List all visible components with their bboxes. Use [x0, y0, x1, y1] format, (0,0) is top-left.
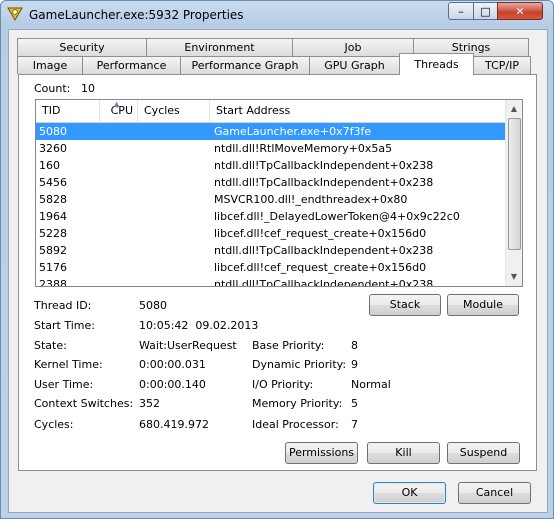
table-row[interactable]: 5080 GameLauncher.exe+0x7f3fe: [36, 123, 506, 140]
thread-list-header: TID ▲ CPU Cycles Delta Start Address: [36, 100, 506, 139]
row-start-address: MSVCR100.dll!_endthreadex+0x80: [214, 193, 408, 206]
row-start-address: libcef.dll!cef_request_create+0x156d0: [214, 227, 427, 240]
row-tid: 5892: [39, 244, 67, 257]
user-time-value: 0:00:00.140: [139, 378, 206, 391]
count-label: Count:: [34, 82, 71, 95]
dynamic-priority-value: 9: [351, 358, 358, 371]
io-priority-value: Normal: [351, 378, 391, 391]
properties-window: GameLauncher.exe:5932 Properties – □ ✕ S…: [0, 0, 554, 519]
thread-list[interactable]: TID ▲ CPU Cycles Delta Start Address 508…: [35, 99, 523, 287]
table-row[interactable]: 3260 ntdll.dll!RtlMoveMemory+0x5a5: [36, 140, 506, 157]
row-start-address: ntdll.dll!TpCallbackIndependent+0x238: [214, 176, 434, 189]
base-priority-label: Base Priority:: [252, 339, 325, 352]
table-row[interactable]: 5228 libcef.dll!cef_request_create+0x156d…: [36, 225, 506, 242]
cycles-value: 680.419.972: [139, 418, 209, 431]
close-icon: ✕: [515, 4, 525, 18]
table-row[interactable]: 5456 ntdll.dll!TpCallbackIndependent+0x23…: [36, 174, 506, 191]
tab-environment[interactable]: Environment: [146, 38, 293, 56]
table-row[interactable]: 5892 ntdll.dll!TpCallbackIndependent+0x23…: [36, 242, 506, 259]
column-tid[interactable]: TID: [36, 100, 100, 122]
column-cpu[interactable]: ▲ CPU: [100, 100, 138, 122]
stack-button[interactable]: Stack: [369, 294, 441, 316]
maximize-icon: □: [480, 4, 491, 18]
row-start-address: libcef.dll!cef_request_create+0x156d0: [214, 261, 427, 274]
memory-priority-value: 5: [351, 397, 358, 410]
start-time-value: 10:05:42 09.02.2013: [139, 319, 259, 332]
suspend-button[interactable]: Suspend: [447, 442, 520, 464]
column-start-address[interactable]: Start Address: [210, 100, 506, 122]
title-bar[interactable]: GameLauncher.exe:5932 Properties – □ ✕: [1, 1, 553, 29]
row-tid: 5228: [39, 227, 67, 240]
kill-button[interactable]: Kill: [367, 442, 440, 464]
row-start-address: libcef.dll!_DelayedLowerToken@4+0x9c22c0: [214, 210, 460, 223]
table-row[interactable]: 5176 libcef.dll!cef_request_create+0x156d…: [36, 259, 506, 276]
tab-tcpip[interactable]: TCP/IP: [473, 56, 531, 74]
tab-threads[interactable]: Threads: [399, 53, 474, 75]
row-tid: 2388: [39, 278, 67, 287]
start-time-label: Start Time:: [34, 319, 95, 332]
ideal-processor-label: Ideal Processor:: [252, 418, 339, 431]
table-row[interactable]: 5828 MSVCR100.dll!_endthreadex+0x80: [36, 191, 506, 208]
row-tid: 5456: [39, 176, 67, 189]
minimize-button[interactable]: –: [448, 2, 474, 20]
ok-button[interactable]: OK: [373, 482, 446, 504]
module-button[interactable]: Module: [447, 294, 519, 316]
row-start-address: ntdll.dll!TpCallbackIndependent+0x238: [214, 159, 434, 172]
tab-row-bottom: Image Performance Performance Graph GPU …: [17, 53, 541, 75]
tab-security[interactable]: Security: [17, 38, 147, 56]
threads-panel: Count: 10 TID ▲ CPU Cycles Delta Start A…: [18, 74, 537, 471]
count-value: 10: [81, 82, 95, 95]
thread-list-scrollbar[interactable]: ▲ ▼: [505, 100, 522, 286]
context-switches-label: Context Switches:: [34, 397, 134, 410]
thread-rows: 5080 GameLauncher.exe+0x7f3fe 3260 ntdll.d…: [36, 123, 506, 287]
cancel-button[interactable]: Cancel: [458, 482, 531, 504]
maximize-button[interactable]: □: [473, 2, 498, 20]
table-row[interactable]: 160 ntdll.dll!TpCallbackIndependent+0x238: [36, 157, 506, 174]
table-row[interactable]: 1964 libcef.dll!_DelayedLowerToken@4+0x9c…: [36, 208, 506, 225]
row-tid: 5080: [39, 125, 67, 138]
cycles-label: Cycles:: [34, 418, 74, 431]
user-time-label: User Time:: [34, 378, 94, 391]
row-start-address: ntdll.dll!TpCallbackIndependent+0x238: [214, 244, 434, 257]
row-tid: 160: [39, 159, 60, 172]
dynamic-priority-label: Dynamic Priority:: [252, 358, 347, 371]
row-tid: 5828: [39, 193, 67, 206]
process-explorer-icon: [7, 7, 23, 21]
ideal-processor-value: 7: [351, 418, 358, 431]
base-priority-value: 8: [351, 339, 358, 352]
column-cycles-delta[interactable]: Cycles Delta: [138, 100, 210, 139]
scroll-down-icon[interactable]: ▼: [508, 270, 520, 284]
scrollbar-thumb[interactable]: [508, 118, 521, 250]
table-row[interactable]: 2388 ntdll.dll!TpCallbackIndependent+0x23…: [36, 276, 506, 287]
row-start-address: ntdll.dll!TpCallbackIndependent+0x238: [214, 278, 434, 287]
row-start-address: ntdll.dll!RtlMoveMemory+0x5a5: [214, 142, 393, 155]
row-tid: 5176: [39, 261, 67, 274]
sort-indicator-icon: ▲: [114, 100, 120, 108]
tab-job[interactable]: Job: [292, 38, 414, 56]
row-start-address: GameLauncher.exe+0x7f3fe: [214, 125, 372, 138]
window-title: GameLauncher.exe:5932 Properties: [29, 8, 244, 22]
dialog-client: Security Environment Job Strings Image P…: [8, 29, 548, 513]
close-button[interactable]: ✕: [497, 2, 543, 20]
io-priority-label: I/O Priority:: [252, 378, 314, 391]
kernel-time-value: 0:00:00.031: [139, 358, 206, 371]
state-value: Wait:UserRequest: [139, 339, 237, 352]
state-label: State:: [34, 339, 67, 352]
row-tid: 3260: [39, 142, 67, 155]
permissions-button[interactable]: Permissions: [285, 442, 358, 464]
tab-image[interactable]: Image: [17, 56, 83, 74]
context-switches-value: 352: [139, 397, 160, 410]
memory-priority-label: Memory Priority:: [252, 397, 343, 410]
thread-id-label: Thread ID:: [34, 299, 92, 312]
tab-gpu-graph[interactable]: GPU Graph: [309, 56, 400, 74]
row-tid: 1964: [39, 210, 67, 223]
kernel-time-label: Kernel Time:: [34, 358, 103, 371]
thread-id-value: 5080: [139, 299, 167, 312]
tab-performance-graph[interactable]: Performance Graph: [180, 56, 310, 74]
minimize-icon: –: [458, 4, 464, 18]
tab-performance[interactable]: Performance: [82, 56, 181, 74]
scroll-up-icon[interactable]: ▲: [508, 102, 520, 116]
